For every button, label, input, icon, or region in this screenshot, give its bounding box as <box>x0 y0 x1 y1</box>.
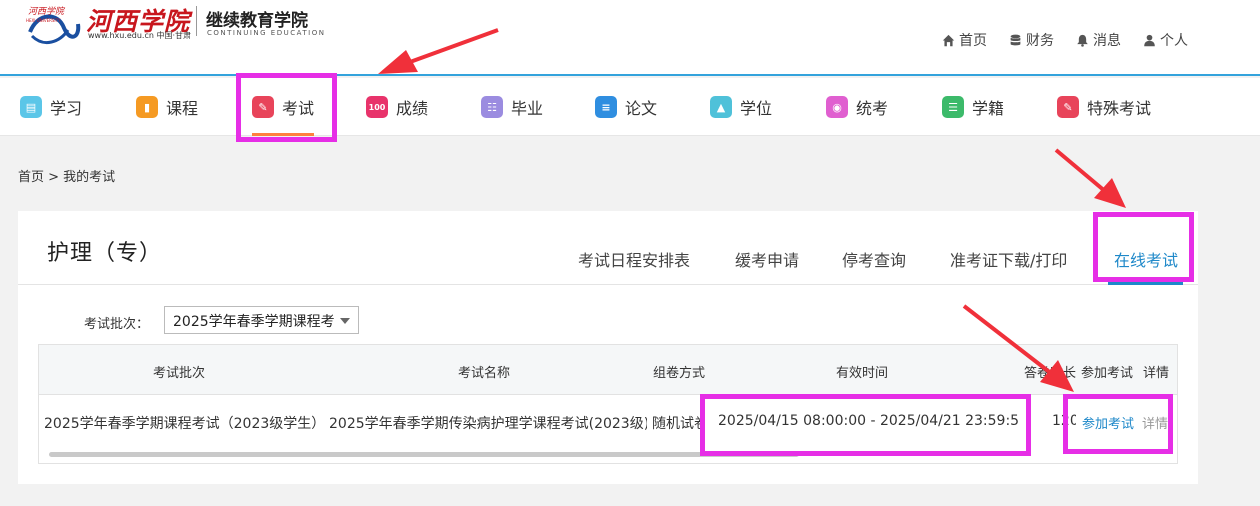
nav-item-thesis[interactable]: ≡ 论文 <box>595 78 657 136</box>
nav-item-label: 学籍 <box>972 99 1005 118</box>
tab-exam-schedule[interactable]: 考试日程安排表 <box>578 247 690 271</box>
cell-batch: 2025学年春季学期课程考试（2023级学生） <box>44 416 324 432</box>
nav-item-label: 毕业 <box>511 99 544 118</box>
nav-item-degree[interactable]: ▲ 学位 <box>710 78 772 136</box>
horizontal-scrollbar[interactable] <box>49 452 799 457</box>
pencil-icon: ✎ <box>252 96 274 118</box>
nav-item-unified-exam[interactable]: ◉ 统考 <box>826 78 888 136</box>
user-icon <box>1144 34 1155 46</box>
nav-item-label: 统考 <box>856 99 889 118</box>
database-icon <box>1010 34 1021 45</box>
cell-method: 随机试卷 <box>652 416 700 432</box>
nav-item-courses[interactable]: ▮ 课程 <box>136 78 198 136</box>
svg-text:HEXI UNIVERSITY: HEXI UNIVERSITY <box>26 18 61 23</box>
university-emblem-icon: 河西学院 HEXI UNIVERSITY <box>26 6 81 45</box>
nav-item-student-status[interactable]: ☰ 学籍 <box>942 78 1004 136</box>
arrow-to-online-exam-tab <box>1054 148 1126 208</box>
cell-name: 2025学年春季学期传染病护理学课程考试(2023级) <box>329 416 647 432</box>
batch-filter-label: 考试批次： <box>84 317 150 332</box>
top-link-finance[interactable]: 财务 <box>1009 30 1054 50</box>
page-title: 护理（专） <box>47 241 163 266</box>
cell-duration: 120 <box>1052 413 1076 429</box>
tab-suspended-exam[interactable]: 停考查询 <box>842 247 906 271</box>
nav-item-label: 学位 <box>740 99 773 118</box>
top-links: 首页 财务 消息 个人 <box>942 30 1188 50</box>
nav-item-exams[interactable]: ✎ 考试 <box>252 78 315 136</box>
college-name: 继续教育学院 <box>206 11 308 31</box>
join-exam-link[interactable]: 参加考试 <box>1082 413 1134 432</box>
tab-online-exam[interactable]: 在线考试 <box>1114 247 1178 271</box>
tab-defer-exam[interactable]: 缓考申请 <box>735 247 799 271</box>
document-icon: ≡ <box>595 96 617 118</box>
panel-header: 护理（专） 考试日程安排表 缓考申请 停考查询 准考证下载/打印 在线考试 <box>18 211 1198 285</box>
top-link-label: 财务 <box>1026 33 1054 49</box>
nav-item-special-exam[interactable]: ✎ 特殊考试 <box>1057 78 1151 136</box>
table-header: 考试批次 考试名称 组卷方式 有效时间 答卷时长 参加考试 详情 <box>39 345 1177 395</box>
flask-icon: ◉ <box>826 96 848 118</box>
main-nav: ▤ 学习 ▮ 课程 ✎ 考试 100 成绩 ☷ 毕业 ≡ 论文 ▲ 学位 ◉ 统… <box>0 78 1260 136</box>
chevron-down-icon <box>340 318 350 324</box>
column-header-method: 组卷方式 <box>653 366 706 381</box>
college-name-en: CONTINUING EDUCATION <box>207 29 326 37</box>
exam-panel: 护理（专） 考试日程安排表 缓考申请 停考查询 准考证下载/打印 在线考试 考试… <box>18 211 1198 484</box>
table-row: 2025学年春季学期课程考试（2023级学生） 2025学年春季学期传染病护理学… <box>39 395 1177 447</box>
top-link-label: 个人 <box>1160 33 1188 49</box>
column-header-batch: 考试批次 <box>153 366 206 381</box>
top-link-messages[interactable]: 消息 <box>1076 30 1121 50</box>
book-icon: ▮ <box>136 96 158 118</box>
nav-item-study[interactable]: ▤ 学习 <box>20 78 82 136</box>
column-header-detail: 详情 <box>1143 366 1170 381</box>
bell-icon <box>1077 34 1088 47</box>
site-header: 河西学院 HEXI UNIVERSITY 河西学院 www.hxu.edu.cn… <box>0 0 1260 76</box>
tab-admission-ticket[interactable]: 准考证下载/打印 <box>950 247 1067 271</box>
cell-valid-time: 2025/04/15 08:00:00 - 2025/04/21 23:59:5… <box>718 413 1018 429</box>
nav-item-label: 论文 <box>625 99 658 118</box>
column-header-name: 考试名称 <box>458 366 511 381</box>
top-link-label: 消息 <box>1093 33 1121 49</box>
score-icon: 100 <box>366 96 388 118</box>
nav-item-label: 课程 <box>166 99 199 118</box>
top-link-home[interactable]: 首页 <box>942 30 987 50</box>
study-icon: ▤ <box>20 96 42 118</box>
column-header-valid-time: 有效时间 <box>836 366 889 381</box>
nav-item-label: 特殊考试 <box>1087 99 1152 118</box>
logo-separator <box>196 6 197 36</box>
svg-text:河西学院: 河西学院 <box>28 6 66 17</box>
column-header-join: 参加考试 <box>1081 366 1134 381</box>
nav-item-label: 学习 <box>50 99 83 118</box>
nav-item-grades[interactable]: 100 成绩 <box>366 78 428 136</box>
nav-item-label: 考试 <box>282 99 315 118</box>
exam-table: 考试批次 考试名称 组卷方式 有效时间 答卷时长 参加考试 详情 2025学年春… <box>38 344 1178 464</box>
site-logo[interactable]: 河西学院 HEXI UNIVERSITY 河西学院 www.hxu.edu.cn… <box>24 2 324 46</box>
batch-select[interactable]: 2025学年春季学期课程考 <box>164 306 359 334</box>
active-tab-indicator <box>1108 282 1183 285</box>
nav-item-label: 成绩 <box>396 99 429 118</box>
nav-item-graduation[interactable]: ☷ 毕业 <box>481 78 543 136</box>
home-icon <box>942 34 955 46</box>
top-link-label: 首页 <box>959 33 987 49</box>
top-link-profile[interactable]: 个人 <box>1143 30 1188 50</box>
graduation-icon: ☷ <box>481 96 503 118</box>
batch-select-value: 2025学年春季学期课程考 <box>173 314 335 330</box>
graduation-cap-icon: ▲ <box>710 96 732 118</box>
list-icon: ☰ <box>942 96 964 118</box>
column-header-duration: 答卷时长 <box>1023 366 1076 381</box>
breadcrumb: 首页 > 我的考试 <box>18 170 116 185</box>
logo-url: www.hxu.edu.cn 中国·甘肃 <box>88 31 192 40</box>
detail-link[interactable]: 详情 <box>1142 413 1177 432</box>
pencil-icon: ✎ <box>1057 96 1079 118</box>
